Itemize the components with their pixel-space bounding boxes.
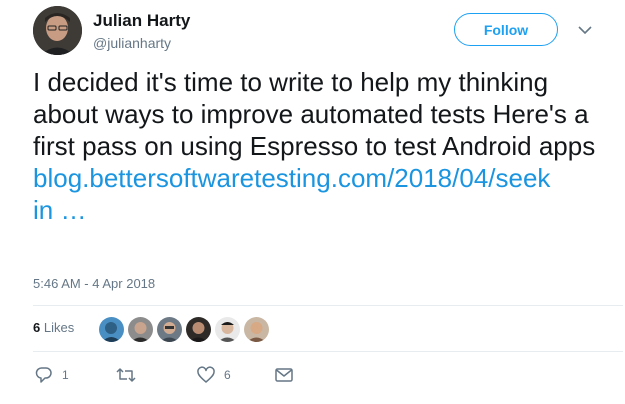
divider xyxy=(33,351,623,352)
liker-avatar[interactable] xyxy=(128,317,153,342)
tweet-link-line1[interactable]: blog.bettersoftwaretesting.com/2018/04/s… xyxy=(33,162,613,194)
liker-avatar[interactable] xyxy=(99,317,124,342)
reply-count[interactable]: 1 xyxy=(62,368,69,382)
liker-avatar[interactable] xyxy=(186,317,211,342)
liker-avatar[interactable] xyxy=(157,317,182,342)
author-avatar[interactable] xyxy=(33,6,82,55)
tweet-link-line2[interactable]: in … xyxy=(33,194,613,226)
reply-icon[interactable] xyxy=(35,366,53,384)
tweet-timestamp[interactable]: 5:46 AM - 4 Apr 2018 xyxy=(33,276,155,291)
author-handle[interactable]: @julianharty xyxy=(93,35,171,51)
chevron-down-icon[interactable] xyxy=(578,25,592,35)
message-action[interactable] xyxy=(274,366,294,384)
retweet-icon[interactable] xyxy=(115,366,137,384)
likes-label[interactable]: Likes xyxy=(44,320,74,335)
tweet-link[interactable]: blog.bettersoftwaretesting.com/2018/04/s… xyxy=(33,162,613,226)
likes-count[interactable]: 6 Likes xyxy=(33,320,74,335)
likes-number[interactable]: 6 xyxy=(33,320,40,335)
like-count[interactable]: 6 xyxy=(224,368,231,382)
heart-icon[interactable] xyxy=(196,366,216,384)
author-name[interactable]: Julian Harty xyxy=(93,11,190,31)
tweet-text: I decided it's time to write to help my … xyxy=(33,66,613,226)
likers-avatars xyxy=(99,317,273,342)
reply-action[interactable]: 1 xyxy=(35,366,69,384)
tweet-body: I decided it's time to write to help my … xyxy=(33,67,596,161)
liker-avatar[interactable] xyxy=(215,317,240,342)
retweet-action[interactable] xyxy=(115,366,143,384)
liker-avatar[interactable] xyxy=(244,317,269,342)
divider xyxy=(33,305,623,306)
follow-button[interactable]: Follow xyxy=(454,13,558,46)
like-action[interactable]: 6 xyxy=(196,366,231,384)
mail-icon[interactable] xyxy=(274,366,294,384)
